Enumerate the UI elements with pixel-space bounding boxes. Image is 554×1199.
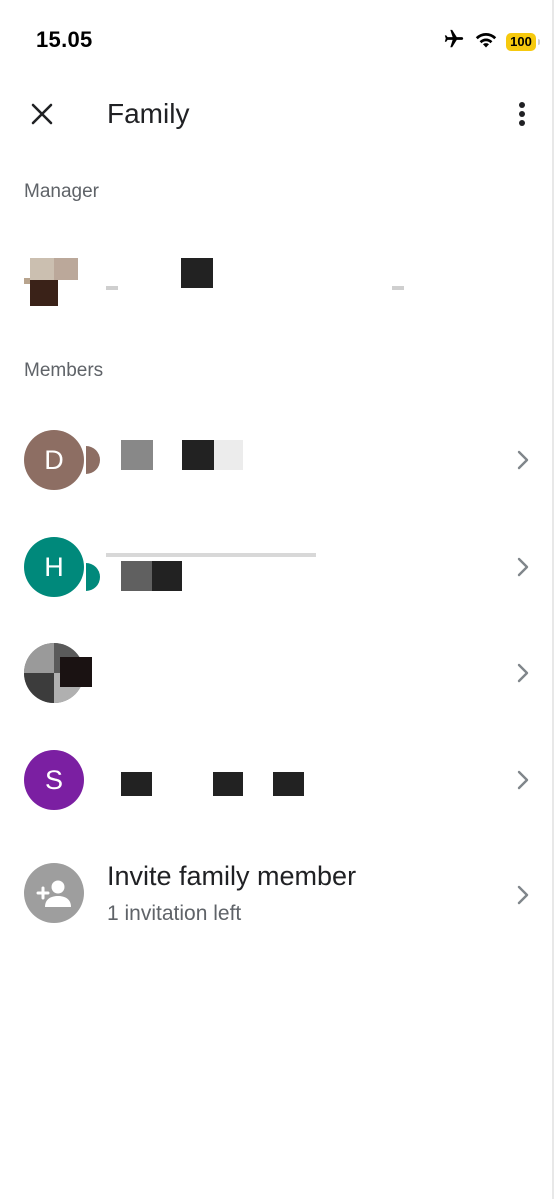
manager-row [0, 238, 552, 318]
avatar: D [24, 430, 84, 490]
close-button[interactable] [22, 96, 62, 136]
member-row[interactable]: H [0, 517, 552, 617]
manager-name-fragment [392, 286, 404, 290]
invite-family-member-row[interactable] [0, 843, 552, 953]
avatar: S [24, 750, 84, 810]
status-icons: 100 [442, 28, 540, 55]
add-person-icon [24, 863, 84, 923]
chevron-right-icon [516, 885, 530, 905]
member-name-redacted [214, 440, 243, 470]
wifi-icon [474, 29, 498, 54]
member-name-fragment [106, 553, 316, 557]
member-name-redacted [273, 772, 304, 796]
members-section-header: Members [24, 360, 104, 381]
chevron-right-icon [516, 557, 530, 577]
manager-avatar [24, 258, 78, 316]
member-name-redacted [213, 772, 243, 796]
member-row[interactable] [0, 623, 552, 723]
chevron-right-icon [516, 663, 530, 683]
status-time: 15.05 [36, 27, 93, 52]
invite-title: Invite family member [107, 861, 357, 891]
chevron-right-icon [516, 770, 530, 790]
manager-name-redacted [181, 258, 213, 288]
close-icon [30, 102, 54, 131]
avatar: H [24, 537, 84, 597]
airplane-icon [442, 28, 466, 55]
member-name-redacted [121, 561, 153, 591]
member-name-redacted [182, 440, 214, 470]
member-name-redacted [121, 440, 153, 470]
invite-subtitle: 1 invitation left [107, 902, 242, 925]
member-name-redacted [121, 772, 152, 796]
member-row[interactable]: D [0, 410, 552, 510]
page-title: Family [107, 98, 190, 129]
avatar-peek [86, 446, 100, 474]
chevron-right-icon [516, 450, 530, 470]
more-options-button[interactable] [508, 96, 536, 136]
member-name-redacted [152, 561, 182, 591]
member-row[interactable]: S [0, 730, 552, 830]
manager-name-fragment [106, 286, 118, 290]
manager-section-header: Manager [24, 181, 99, 202]
battery-icon: 100 [506, 32, 540, 51]
more-vert-icon [518, 101, 526, 132]
avatar-peek [86, 563, 100, 591]
family-screen: 15.05 100 Family Manager Members D H S I… [0, 0, 554, 1199]
member-name-redacted [60, 657, 92, 687]
